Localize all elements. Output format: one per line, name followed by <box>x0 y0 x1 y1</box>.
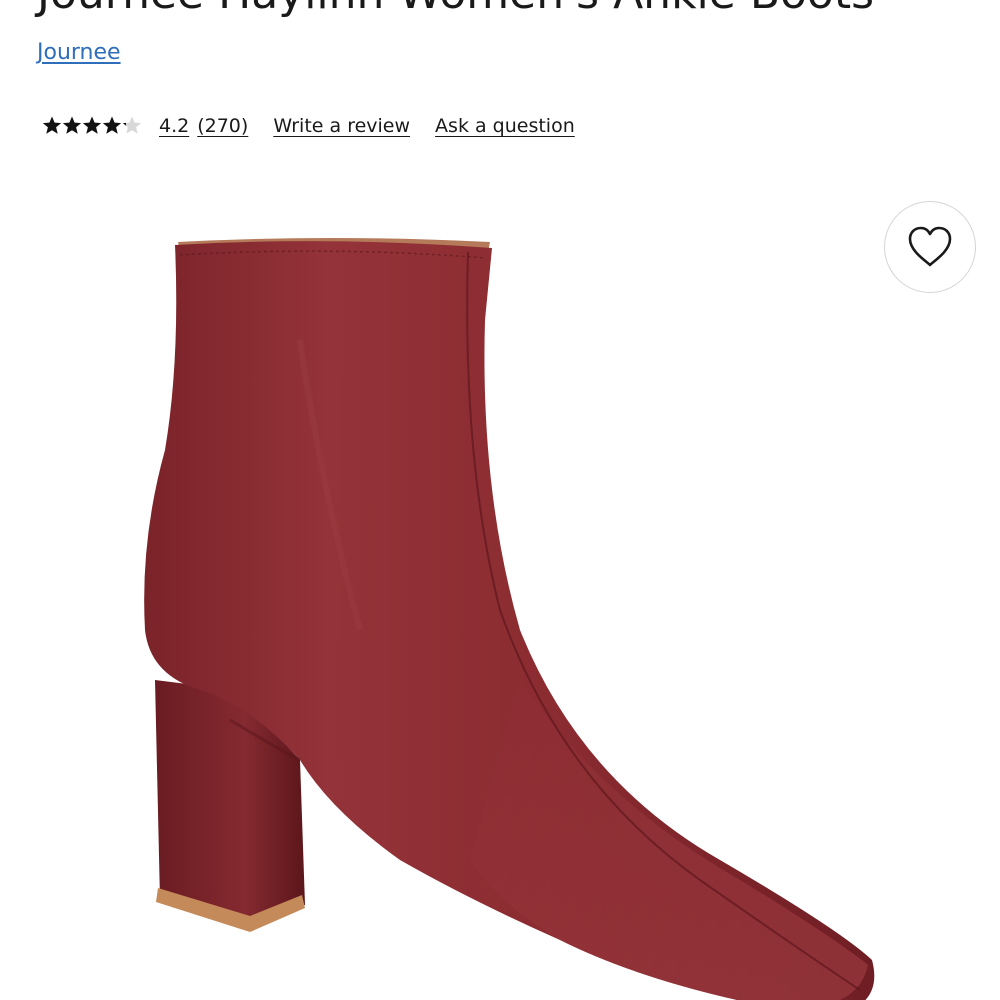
star-filled-icon <box>42 116 62 134</box>
star-rating <box>42 115 142 137</box>
brand-link[interactable]: Journee <box>37 40 121 65</box>
rating-average: 4.2 <box>159 115 190 137</box>
wishlist-button[interactable] <box>884 201 976 293</box>
product-page: Journee Haylinn Women's Ankle Boots Jour… <box>0 0 1000 1000</box>
rating-count: (270) <box>197 115 249 137</box>
write-review-link[interactable]: Write a review <box>273 115 410 137</box>
star-filled-icon <box>102 116 122 134</box>
star-filled-icon <box>82 116 102 134</box>
stars-icon <box>42 116 142 134</box>
product-title: Journee Haylinn Women's Ankle Boots <box>37 0 874 18</box>
rating-row: 4.2 (270) Write a review Ask a question <box>42 112 575 140</box>
boot-product-image <box>144 238 875 1000</box>
heart-icon <box>908 226 952 267</box>
star-filled-icon <box>62 116 82 134</box>
rating-summary-link[interactable]: 4.2 (270) <box>159 115 248 137</box>
ask-question-link[interactable]: Ask a question <box>435 115 575 137</box>
